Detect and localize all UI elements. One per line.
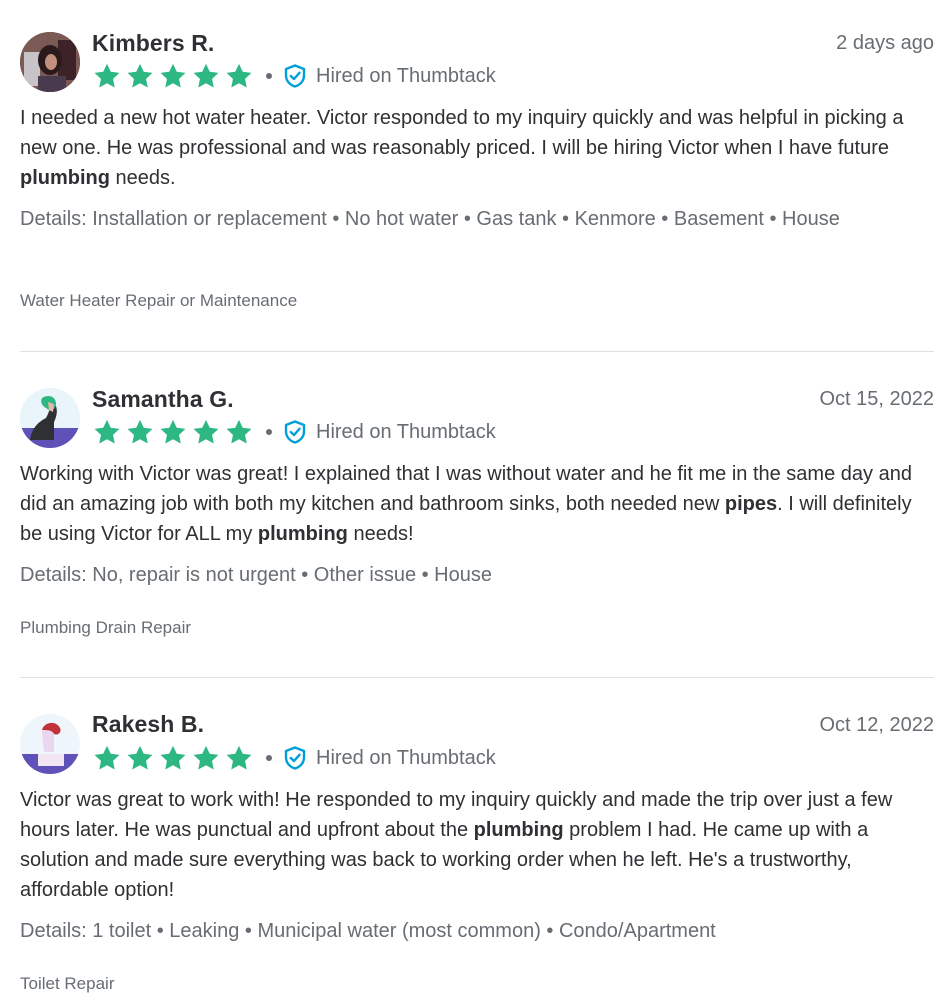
reviewer-name: Kimbers R. [92,30,215,56]
star-icon [226,63,252,87]
star-rating [92,418,254,447]
review-body: Victor was great to work with! He respon… [20,789,893,901]
avatar [20,388,80,448]
review-date: Oct 15, 2022 [819,388,934,410]
service-category: Water Heater Repair or Maintenance [20,291,298,310]
star-icon [193,63,219,87]
service-category: Toilet Repair [20,974,115,993]
avatar [20,714,80,774]
star-icon [94,745,120,769]
highlighted-keyword: plumbing [473,819,564,841]
hired-on-thumbtack-label: Hired on Thumbtack [316,420,496,443]
star-icon [94,419,120,443]
verified-shield-icon [284,64,306,88]
star-icon [193,745,219,769]
star-icon [94,63,120,87]
review-meta: Hired on Thumbtack [92,744,496,772]
review-card: Samantha G. Oct 15, 2022 Hired on Thumbt… [20,352,934,678]
highlighted-keyword: plumbing [257,523,348,545]
star-icon [226,419,252,443]
review-details: Details: Installation or replacement • N… [20,208,840,230]
avatar-photo [20,32,80,92]
star-icon [160,745,186,769]
review-body: Working with Victor was great! I explain… [20,463,912,545]
star-icon [226,745,252,769]
separator-dot [266,73,272,79]
avatar-illustration [20,714,80,774]
highlighted-keyword: plumbing [20,167,110,189]
star-icon [127,63,153,87]
avatar [20,32,80,92]
star-icon [160,63,186,87]
review-card: Kimbers R. 2 days ago Hired on Thumbtack… [20,0,934,352]
highlighted-keyword: pipes [724,493,778,515]
star-icon [193,419,219,443]
review-card: Rakesh B. Oct 12, 2022 Hired on Thumbtac… [20,678,934,1000]
separator-dot [266,429,272,435]
service-category: Plumbing Drain Repair [20,618,192,637]
review-meta: Hired on Thumbtack [92,418,496,446]
review-details: Details: 1 toilet • Leaking • Municipal … [20,920,716,942]
review-list: Kimbers R. 2 days ago Hired on Thumbtack… [20,0,934,1000]
star-icon [160,419,186,443]
avatar-illustration [20,388,80,448]
review-date: 2 days ago [836,32,934,54]
star-rating [92,62,254,91]
star-icon [127,419,153,443]
review-date: Oct 12, 2022 [819,714,934,736]
reviewer-name: Samantha G. [92,386,234,412]
reviewer-name: Rakesh B. [92,711,205,737]
separator-dot [266,755,272,761]
star-icon [127,745,153,769]
hired-on-thumbtack-label: Hired on Thumbtack [316,64,496,87]
verified-shield-icon [284,746,306,770]
review-body: I needed a new hot water heater. Victor … [20,107,904,189]
review-details: Details: No, repair is not urgent • Othe… [20,564,492,586]
review-meta: Hired on Thumbtack [92,62,496,90]
hired-on-thumbtack-label: Hired on Thumbtack [316,746,496,769]
verified-shield-icon [284,420,306,444]
star-rating [92,744,254,773]
